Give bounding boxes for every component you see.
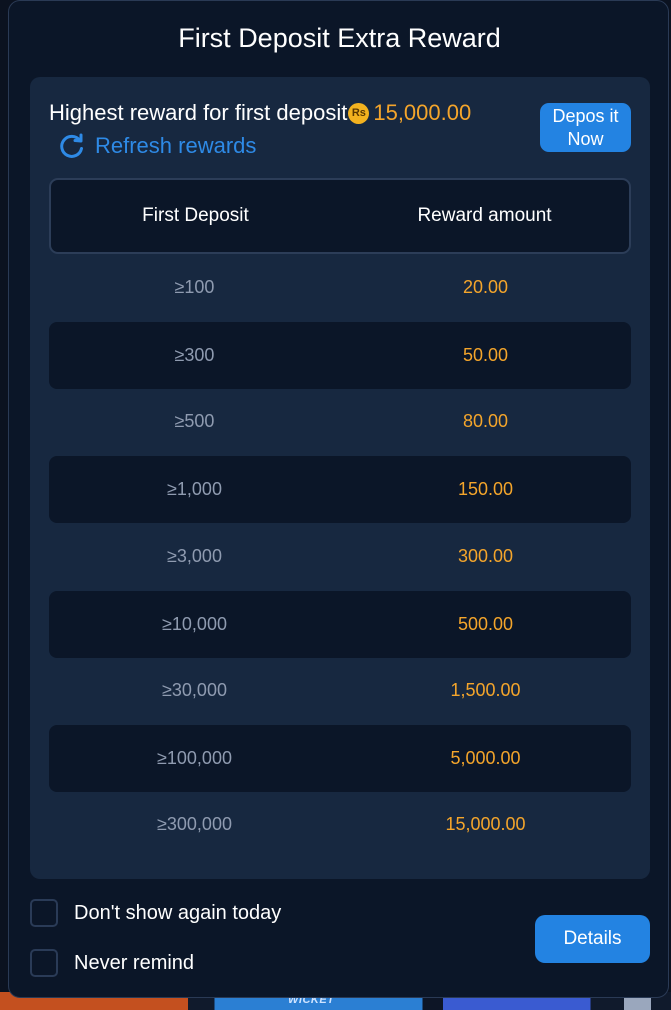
header-first-deposit: First Deposit: [142, 205, 249, 226]
details-button[interactable]: Details: [535, 915, 650, 963]
reward-amount: 1,500.00: [450, 680, 521, 700]
highest-reward-label: Highest reward for first deposit: [49, 100, 348, 125]
never-remind-label: Never remind: [74, 951, 195, 974]
dont-show-today-label: Don't show again today: [74, 901, 282, 924]
never-remind-option[interactable]: Never remind: [30, 949, 194, 977]
deposit-threshold: ≥100: [174, 277, 215, 297]
reward-amount: 15,000.00: [445, 814, 526, 834]
never-remind-checkbox[interactable]: [30, 949, 58, 977]
reward-card: Highest reward for first deposit Rs 15,0…: [30, 77, 650, 879]
table-row: ≥500 80.00: [49, 388, 631, 455]
deposit-threshold: ≥500: [174, 411, 215, 431]
reward-amount: 300.00: [457, 546, 514, 566]
reward-amount: 150.00: [457, 479, 514, 499]
table-row: ≥300 50.00: [49, 322, 631, 389]
deposit-threshold: ≥30,000: [162, 680, 227, 700]
table-row: ≥10,000 500.00: [49, 591, 631, 658]
refresh-icon: [57, 131, 87, 161]
table-row: ≥30,000 1,500.00: [49, 657, 631, 724]
reward-amount: 50.00: [462, 345, 509, 365]
refresh-rewards-label: Refresh rewards: [95, 133, 257, 158]
table-header: First Deposit Reward amount: [49, 178, 631, 254]
highest-reward: Highest reward for first deposit Rs 15,0…: [49, 99, 471, 127]
reward-amount: 80.00: [462, 411, 509, 431]
deposit-threshold: ≥300: [174, 345, 215, 365]
rupee-coin-icon: Rs: [348, 102, 370, 124]
header-reward-amount: Reward amount: [417, 205, 552, 226]
modal-title: First Deposit Extra Reward: [178, 23, 501, 53]
refresh-rewards-link[interactable]: Refresh rewards: [57, 131, 256, 161]
reward-amount: 5,000.00: [450, 748, 521, 768]
first-deposit-modal: First Deposit Extra Reward Highest rewar…: [8, 0, 669, 998]
table-row: ≥1,000 150.00: [49, 456, 631, 523]
deposit-threshold: ≥3,000: [167, 546, 222, 566]
table-row: ≥3,000 300.00: [49, 523, 631, 590]
table-row: ≥100 20.00: [49, 254, 631, 321]
deposit-threshold: ≥1,000: [167, 479, 222, 499]
dont-show-today-option[interactable]: Don't show again today: [30, 899, 281, 927]
reward-amount: 500.00: [457, 614, 514, 634]
reward-amount: 20.00: [462, 277, 509, 297]
table-row: ≥300,000 15,000.00: [49, 791, 631, 858]
dont-show-today-checkbox[interactable]: [30, 899, 58, 927]
deposit-threshold: ≥10,000: [162, 614, 227, 634]
highest-reward-amount: 15,000.00: [373, 100, 472, 125]
deposit-now-button[interactable]: Depos it Now: [540, 103, 631, 152]
deposit-threshold: ≥300,000: [157, 814, 232, 834]
table-row: ≥100,000 5,000.00: [49, 725, 631, 792]
deposit-threshold: ≥100,000: [157, 748, 232, 768]
